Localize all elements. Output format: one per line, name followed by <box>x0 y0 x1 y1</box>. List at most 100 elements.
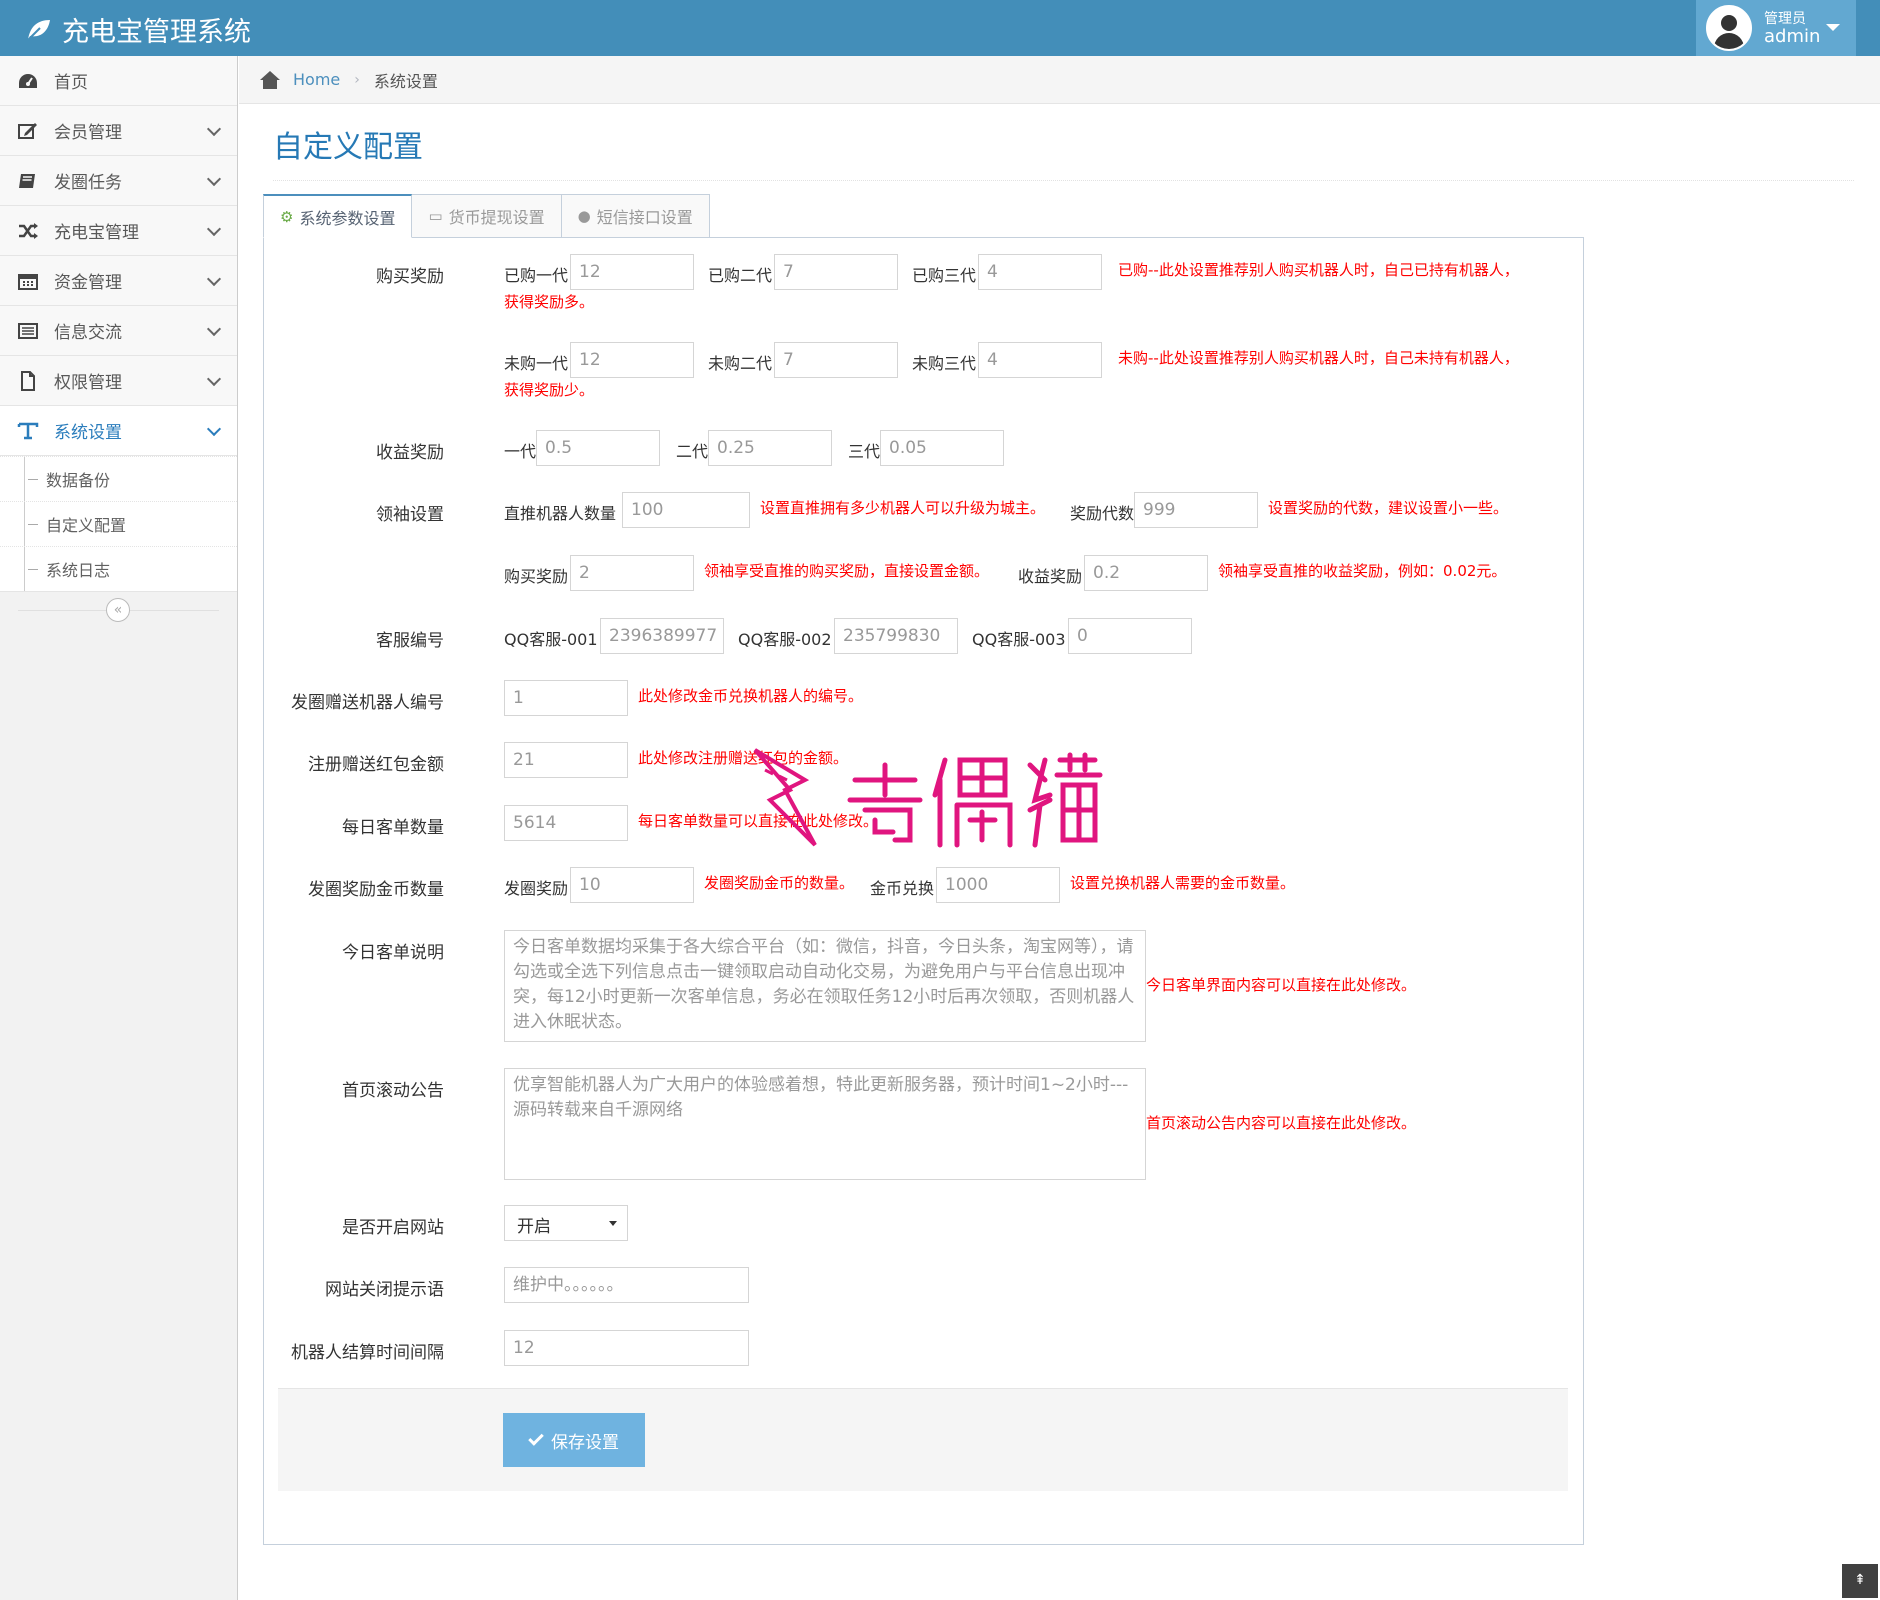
gift-robot-input[interactable]: 1 <box>504 680 628 716</box>
book-icon <box>14 170 42 192</box>
daily-orders-input[interactable]: 5614 <box>504 805 628 841</box>
service-1-label: QQ客服-001 <box>504 630 598 649</box>
sub-item-custom-config[interactable]: 自定义配置 <box>0 501 237 546</box>
scroll-to-top-button[interactable]: ⇞ <box>1842 1564 1878 1598</box>
leader-buy-input[interactable]: 2 <box>570 555 694 591</box>
calendar-icon <box>14 270 42 292</box>
sidebar-item-label: 信息交流 <box>54 323 122 343</box>
tab-system-params[interactable]: ⚙ 系统参数设置 <box>263 194 413 238</box>
list-icon <box>14 320 42 342</box>
breadcrumb-separator: › <box>354 71 360 88</box>
watermark-logo <box>753 748 1103 848</box>
close-tip-input[interactable]: 维护中。。。。。。 <box>504 1267 749 1303</box>
leader-direct-label: 直推机器人数量 <box>504 504 617 523</box>
service-3-label: QQ客服-003 <box>972 630 1066 649</box>
breadcrumb-current: 系统设置 <box>373 71 438 91</box>
post-coins-1-label: 发圈奖励 <box>504 879 569 898</box>
unbought-3-input[interactable]: 4 <box>978 342 1102 378</box>
leaf-icon <box>27 19 50 41</box>
post-coins-2-label: 金币兑换 <box>870 879 935 898</box>
avatar <box>1706 5 1752 51</box>
income-3-input[interactable]: 0.05 <box>880 430 1004 466</box>
sidebar-item-messages[interactable]: 信息交流 <box>0 306 237 356</box>
service-3-input[interactable]: 0 <box>1068 618 1192 654</box>
income-reward-label: 收益奖励 <box>376 443 444 463</box>
leader-income-label: 收益奖励 <box>1018 567 1083 586</box>
settle-input[interactable]: 12 <box>504 1330 749 1366</box>
register-gift-label: 注册赠送红包金额 <box>308 755 444 775</box>
sidebar-item-label: 首页 <box>54 73 88 93</box>
tab-label: 短信接口设置 <box>596 208 693 227</box>
bought-3-input[interactable]: 4 <box>978 254 1102 290</box>
notice-textarea[interactable]: 优享智能机器人为广大用户的体验感着想，特此更新服务器，预计时间1~2小时---源… <box>504 1068 1146 1180</box>
page-header: 自定义配置 <box>273 122 1854 181</box>
chevron-down-icon <box>206 221 222 237</box>
chevron-down-icon <box>206 121 222 137</box>
income-1-input[interactable]: 0.5 <box>536 430 660 466</box>
user-menu[interactable]: 管理员 admin <box>1696 0 1856 56</box>
income-2-label: 二代 <box>676 442 709 461</box>
sidebar-collapse: « <box>0 592 237 630</box>
sidebar-item-tasks[interactable]: 发圈任务 <box>0 156 237 206</box>
sub-item-backup[interactable]: 数据备份 <box>0 456 237 501</box>
text-icon <box>14 420 42 442</box>
user-icon: ● <box>577 207 591 225</box>
cogs-icon: ⚙ <box>280 207 294 226</box>
breadcrumb-home[interactable]: Home <box>293 70 340 89</box>
tab-sms[interactable]: ● 短信接口设置 <box>560 194 710 238</box>
buy-reward-label: 购买奖励 <box>376 267 444 287</box>
sidebar-item-funds[interactable]: 资金管理 <box>0 256 237 306</box>
post-coins-2-input[interactable]: 1000 <box>936 867 1060 903</box>
unbought-2-label: 未购二代 <box>708 354 773 373</box>
app-title: 充电宝管理系统 <box>62 17 251 48</box>
gift-robot-label: 发圈赠送机器人编号 <box>291 693 444 713</box>
bought-2-input[interactable]: 7 <box>774 254 898 290</box>
service-1-input[interactable]: 2396389977 <box>600 618 724 654</box>
service-2-input[interactable]: 235799830 <box>834 618 958 654</box>
notice-label: 首页滚动公告 <box>342 1081 444 1101</box>
post-coins-1-input[interactable]: 10 <box>570 867 694 903</box>
edit-icon <box>14 120 42 142</box>
close-tip-label: 网站关闭提示语 <box>325 1280 444 1300</box>
sidebar-item-label: 系统设置 <box>54 423 122 443</box>
income-2-input[interactable]: 0.25 <box>708 430 832 466</box>
income-1-label: 一代 <box>504 442 537 461</box>
sidebar-item-label: 资金管理 <box>54 273 122 293</box>
bought-1-input[interactable]: 12 <box>570 254 694 290</box>
site-open-select[interactable]: 开启 <box>504 1205 628 1241</box>
sidebar-item-members[interactable]: 会员管理 <box>0 106 237 156</box>
sidebar: 首页 会员管理 发圈任务 充电宝管理 资金管理 信息交流 权限管理 系统设置 数… <box>0 56 238 1600</box>
collapse-icon[interactable]: « <box>106 598 130 622</box>
save-button[interactable]: 保存设置 <box>503 1413 645 1467</box>
bought-1-label: 已购一代 <box>504 266 569 285</box>
sidebar-item-powerbank[interactable]: 充电宝管理 <box>0 206 237 256</box>
service-2-label: QQ客服-002 <box>738 630 832 649</box>
leader-income-input[interactable]: 0.2 <box>1084 555 1208 591</box>
tachometer-icon <box>14 70 42 92</box>
leader-income-hint: 领袖享受直推的收益奖励，例如：0.02元。 <box>1218 562 1507 580</box>
daily-orders-label: 每日客单数量 <box>342 818 444 838</box>
sub-item-system-log[interactable]: 系统日志 <box>0 546 237 591</box>
site-open-label: 是否开启网站 <box>342 1218 444 1238</box>
sidebar-item-permissions[interactable]: 权限管理 <box>0 356 237 406</box>
navbar: 充电宝管理系统 管理员 admin <box>0 0 1880 56</box>
bought-2-label: 已购二代 <box>708 266 773 285</box>
tab-withdraw[interactable]: ▭ 货币提现设置 <box>411 194 562 238</box>
sidebar-item-label: 充电宝管理 <box>54 223 139 243</box>
today-desc-hint: 今日客单界面内容可以直接在此处修改。 <box>1146 976 1417 994</box>
leader-gen-input[interactable]: 999 <box>1134 492 1258 528</box>
sub-item-label: 自定义配置 <box>46 516 127 535</box>
sidebar-item-label: 权限管理 <box>54 373 122 393</box>
brand[interactable]: 充电宝管理系统 <box>24 10 251 49</box>
save-button-label: 保存设置 <box>551 1432 619 1453</box>
sidebar-item-home[interactable]: 首页 <box>0 56 237 106</box>
post-coins-label: 发圈奖励金币数量 <box>308 880 444 900</box>
leader-direct-input[interactable]: 100 <box>622 492 750 528</box>
breadcrumb: Home › 系统设置 <box>239 56 1880 104</box>
sidebar-item-settings[interactable]: 系统设置 <box>0 406 237 456</box>
unbought-2-input[interactable]: 7 <box>774 342 898 378</box>
unbought-1-input[interactable]: 12 <box>570 342 694 378</box>
register-gift-input[interactable]: 21 <box>504 742 628 778</box>
tab-label: 货币提现设置 <box>448 208 545 227</box>
today-desc-textarea[interactable]: 今日客单数据均采集于各大综合平台（如：微信，抖音，今日头条，淘宝网等），请勾选或… <box>504 930 1146 1042</box>
